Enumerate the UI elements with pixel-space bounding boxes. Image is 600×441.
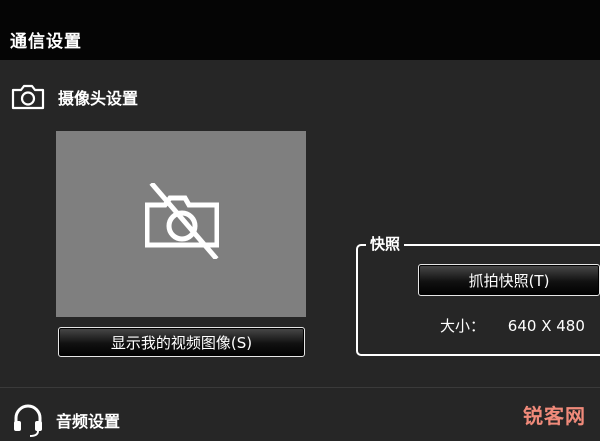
camera-settings-title: 摄像头设置 — [58, 89, 139, 108]
snapshot-size-row: 大小： 640 X 480 — [440, 315, 585, 336]
snapshot-size-value: 640 X 480 — [507, 317, 585, 335]
camera-icon — [10, 84, 46, 110]
watermark-logo: 锐客网 — [523, 404, 586, 428]
show-my-video-button[interactable]: 显示我的视频图像(S) — [58, 327, 305, 357]
take-snapshot-button[interactable]: 抓拍快照(T) — [418, 264, 600, 296]
camera-preview — [56, 131, 306, 317]
audio-settings-title: 音频设置 — [56, 412, 121, 431]
camera-settings-header: 摄像头设置 — [10, 82, 138, 112]
camera-off-icon — [144, 181, 220, 263]
snapshot-group: 快照 — [356, 233, 600, 356]
communication-settings-page: 通信设置 摄像头设置 显示我的视频图像(S) 快照 抓拍快照(T) 大小： 64… — [0, 0, 600, 441]
snapshot-group-legend: 快照 — [366, 233, 405, 255]
snapshot-size-label: 大小： — [440, 317, 486, 335]
audio-settings-header: 音频设置 — [12, 403, 120, 437]
window-title: 通信设置 — [10, 32, 82, 52]
title-bar: 通信设置 — [0, 0, 600, 60]
section-divider — [0, 387, 600, 388]
headset-icon — [12, 403, 44, 437]
